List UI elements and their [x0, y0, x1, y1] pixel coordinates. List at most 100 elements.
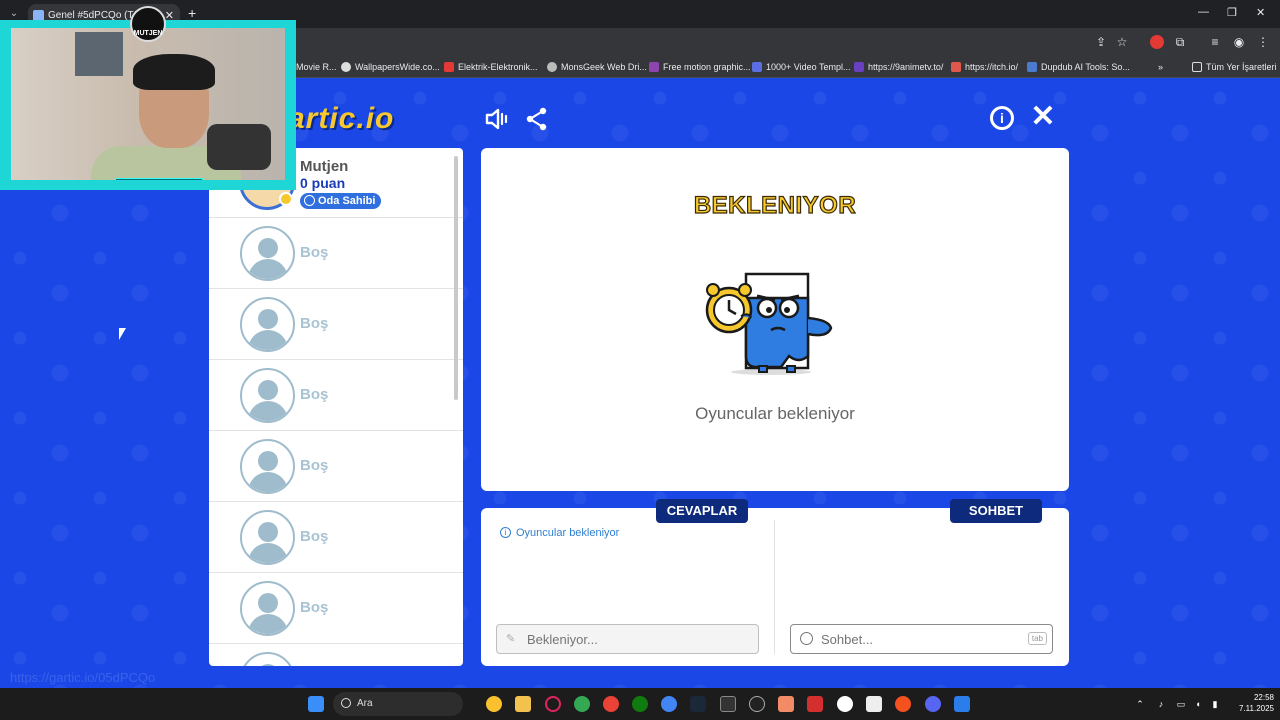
close-icon[interactable]: ✕: [1029, 102, 1057, 132]
tab-chat[interactable]: SOHBET: [950, 499, 1042, 523]
bookmark-favicon-icon: [951, 62, 961, 72]
answer-input[interactable]: [527, 630, 727, 648]
slot-label: Boş: [300, 457, 329, 474]
player-list-scrollbar[interactable]: [454, 156, 458, 400]
bookmark-item[interactable]: Dupdub AI Tools: So...: [1027, 60, 1130, 74]
empty-avatar-icon: [240, 581, 295, 636]
all-bookmarks-folder[interactable]: Tüm Yer İşaretleri: [1192, 60, 1277, 74]
sound-toggle-icon[interactable]: [484, 106, 512, 134]
brave-icon[interactable]: [895, 696, 911, 712]
player-slot-empty: Boş: [209, 502, 463, 573]
browser-menu-icon[interactable]: ⋮: [1256, 35, 1270, 49]
bookmark-favicon-icon: [752, 62, 762, 72]
bookmark-item[interactable]: MonsGeek Web Dri...: [547, 60, 647, 74]
tray-overflow-icon[interactable]: ⌃: [1134, 698, 1146, 710]
chatgpt-icon[interactable]: [837, 696, 853, 712]
network-icon[interactable]: ▭: [1175, 698, 1187, 710]
player-slot-empty: Boş: [209, 431, 463, 502]
player-slot-empty: [209, 644, 463, 666]
slot-label: Boş: [300, 528, 329, 545]
minimize-icon[interactable]: —: [1198, 6, 1209, 18]
bookmark-favicon-icon: [444, 62, 454, 72]
speaker-icon: [485, 108, 508, 130]
window-close-icon[interactable]: ✕: [1256, 6, 1265, 19]
player-slot-empty: Boş: [209, 573, 463, 644]
status-url: https://gartic.io/05dPCQo: [10, 670, 156, 685]
panel-divider: [774, 520, 775, 654]
bookmark-favicon-icon: [649, 62, 659, 72]
game-status-card: BEKLENIYOR Oyuncular bekleniyor: [481, 148, 1069, 491]
player-slot-empty: Boş: [209, 218, 463, 289]
pencil-icon: ✎: [506, 633, 516, 645]
microphone-tray-icon[interactable]: ♪: [1155, 698, 1167, 710]
mouse-cursor-icon: [119, 328, 126, 340]
answer-field[interactable]: ✎: [496, 624, 759, 654]
owner-icon: [304, 195, 315, 206]
app-icon[interactable]: [778, 696, 794, 712]
player-points: 0 puan: [300, 175, 346, 191]
folder-icon: [1192, 62, 1202, 72]
system-clock[interactable]: 22:58 7.11.2025: [1226, 692, 1274, 714]
chrome-alt-icon[interactable]: [661, 696, 677, 712]
steam-icon[interactable]: [690, 696, 706, 712]
maximize-icon[interactable]: ❐: [1227, 6, 1237, 19]
new-tab-icon[interactable]: +: [188, 5, 196, 21]
taskbar-search[interactable]: Ara: [333, 692, 463, 716]
volume-icon[interactable]: ◖: [1192, 698, 1204, 710]
share-icon[interactable]: [523, 106, 551, 134]
info-icon[interactable]: i: [990, 106, 1014, 130]
chat-field[interactable]: tab: [790, 624, 1053, 654]
discord-icon[interactable]: [925, 696, 941, 712]
webcam-frame-bar: [115, 178, 203, 180]
chrome-icon[interactable]: [486, 696, 502, 712]
youtube-icon[interactable]: [807, 696, 823, 712]
app-store-icon[interactable]: [954, 696, 970, 712]
slot-label: Boş: [300, 386, 329, 403]
player-slot-empty: Boş: [209, 289, 463, 360]
bookmark-favicon-icon: [854, 62, 864, 72]
start-menu-icon[interactable]: [308, 696, 324, 712]
extensions-puzzle-icon[interactable]: ⧉: [1173, 35, 1187, 49]
profile-avatar-icon[interactable]: ◉: [1232, 35, 1246, 49]
install-app-icon[interactable]: ⇪: [1094, 35, 1108, 49]
empty-avatar-icon: [240, 226, 295, 281]
obs-icon[interactable]: [749, 696, 765, 712]
bookmark-star-icon[interactable]: ☆: [1115, 35, 1129, 49]
player-list: Mutjen 0 puan Oda Sahibi Boş Boş Boş Boş…: [209, 148, 463, 666]
battery-icon[interactable]: ▮: [1209, 698, 1221, 710]
media-controls-icon[interactable]: ≡: [1208, 35, 1222, 49]
online-status-icon: [279, 192, 293, 206]
share-nodes-icon: [526, 107, 547, 131]
bookmark-item[interactable]: WallpapersWide.co...: [341, 60, 440, 74]
bookmark-item[interactable]: 1000+ Video Templ...: [752, 60, 850, 74]
answers-info: i Oyuncular bekleniyor: [500, 527, 619, 539]
slot-label: Boş: [300, 599, 329, 616]
bookmarks-overflow-icon[interactable]: »: [1158, 60, 1163, 74]
chat-input[interactable]: [821, 630, 1021, 648]
windows-taskbar: Ara ⌃ ♪ ▭ ◖ ▮ 22:58 7.11.2025: [0, 688, 1280, 720]
waiting-mascot-icon: [705, 272, 833, 375]
bookmark-item[interactable]: https://itch.io/: [951, 60, 1018, 74]
opera-icon[interactable]: [545, 696, 561, 712]
streamer-logo: MUTJEN: [130, 6, 166, 42]
microphone-icon: [207, 124, 271, 170]
xbox-icon[interactable]: [632, 696, 648, 712]
bookmark-item[interactable]: Movie R...: [296, 60, 337, 74]
game-logo[interactable]: artic.io: [288, 102, 394, 136]
bookmark-favicon-icon: [547, 62, 557, 72]
empty-avatar-icon: [240, 297, 295, 352]
tab-answers[interactable]: CEVAPLAR: [656, 499, 748, 523]
epic-games-icon[interactable]: [720, 696, 736, 712]
capcut-icon[interactable]: [866, 696, 882, 712]
chrome-profile-icon[interactable]: [574, 696, 590, 712]
bookmark-item[interactable]: https://9animetv.to/: [854, 60, 943, 74]
status-title: BEKLENIYOR: [693, 191, 857, 219]
bookmark-item[interactable]: Free motion graphic...: [649, 60, 751, 74]
player-name: Mutjen: [300, 158, 349, 175]
file-explorer-icon[interactable]: [515, 696, 531, 712]
chrome-active-icon[interactable]: [603, 696, 619, 712]
webcam-feed: [11, 28, 285, 180]
bookmark-item[interactable]: Elektrik-Elektronik...: [444, 60, 538, 74]
extension-badge-icon[interactable]: [1150, 35, 1164, 49]
player-slot-empty: Boş: [209, 360, 463, 431]
